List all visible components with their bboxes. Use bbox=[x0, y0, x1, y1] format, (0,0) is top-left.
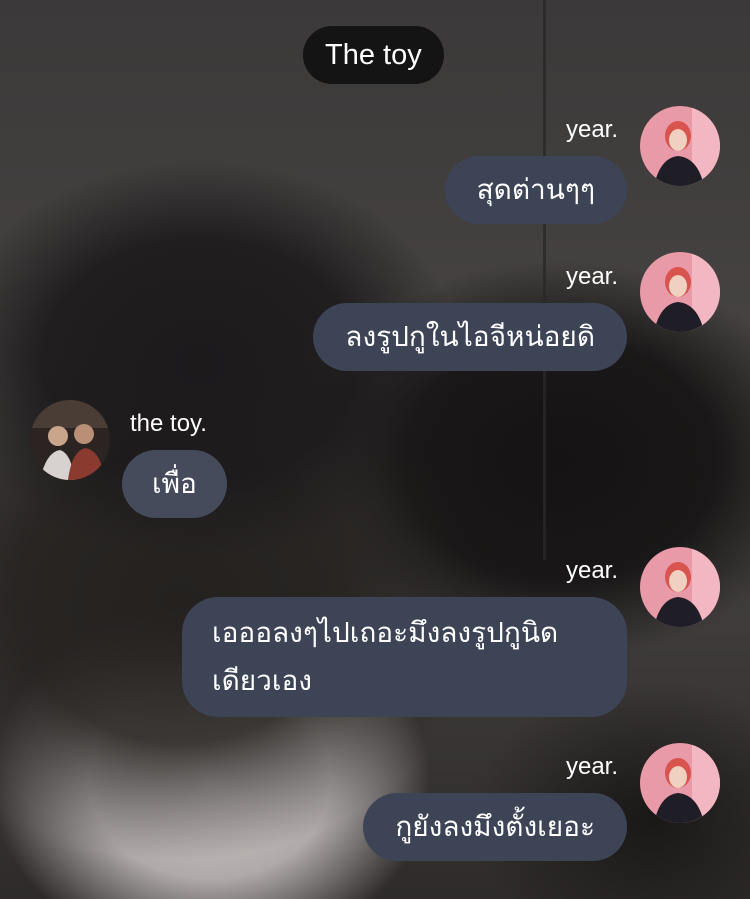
sender-name: year. bbox=[565, 753, 618, 780]
sender-name: year. bbox=[565, 116, 618, 143]
year-avatar[interactable] bbox=[640, 547, 720, 627]
message-text: สุดต่านๆๆ bbox=[476, 173, 595, 206]
year-avatar[interactable] bbox=[640, 106, 720, 186]
chat-background-photo bbox=[0, 0, 750, 899]
message-text: ลงรูปกูในไอจีหน่อยดิ bbox=[345, 320, 595, 353]
message-text-line: เดียวเอง bbox=[212, 664, 312, 697]
year-avatar[interactable] bbox=[640, 743, 720, 823]
background-detail bbox=[543, 0, 546, 560]
message-bubble[interactable]: กูยังลงมึงตั้งเยอะ bbox=[363, 793, 627, 861]
sender-name: year. bbox=[565, 557, 618, 584]
message-text: กูยังลงมึงตั้งเยอะ bbox=[395, 810, 595, 843]
message-text: เพื่อ bbox=[152, 467, 197, 500]
message-bubble[interactable]: ลงรูปกูในไอจีหน่อยดิ bbox=[313, 303, 627, 371]
message-text-line: เอออลงๆไปเถอะมึงลงรูปกูนิด bbox=[212, 616, 559, 649]
the-toy-avatar[interactable] bbox=[30, 400, 110, 480]
year-avatar[interactable] bbox=[640, 252, 720, 332]
sender-name: the toy. bbox=[130, 410, 207, 437]
sender-name: year. bbox=[565, 263, 618, 290]
message-bubble[interactable]: เพื่อ bbox=[122, 450, 227, 518]
message-bubble[interactable]: เอออลงๆไปเถอะมึงลงรูปกูนิด เดียวเอง bbox=[182, 597, 627, 717]
message-bubble[interactable]: สุดต่านๆๆ bbox=[444, 156, 627, 224]
chat-title-pill: The toy bbox=[303, 26, 444, 84]
